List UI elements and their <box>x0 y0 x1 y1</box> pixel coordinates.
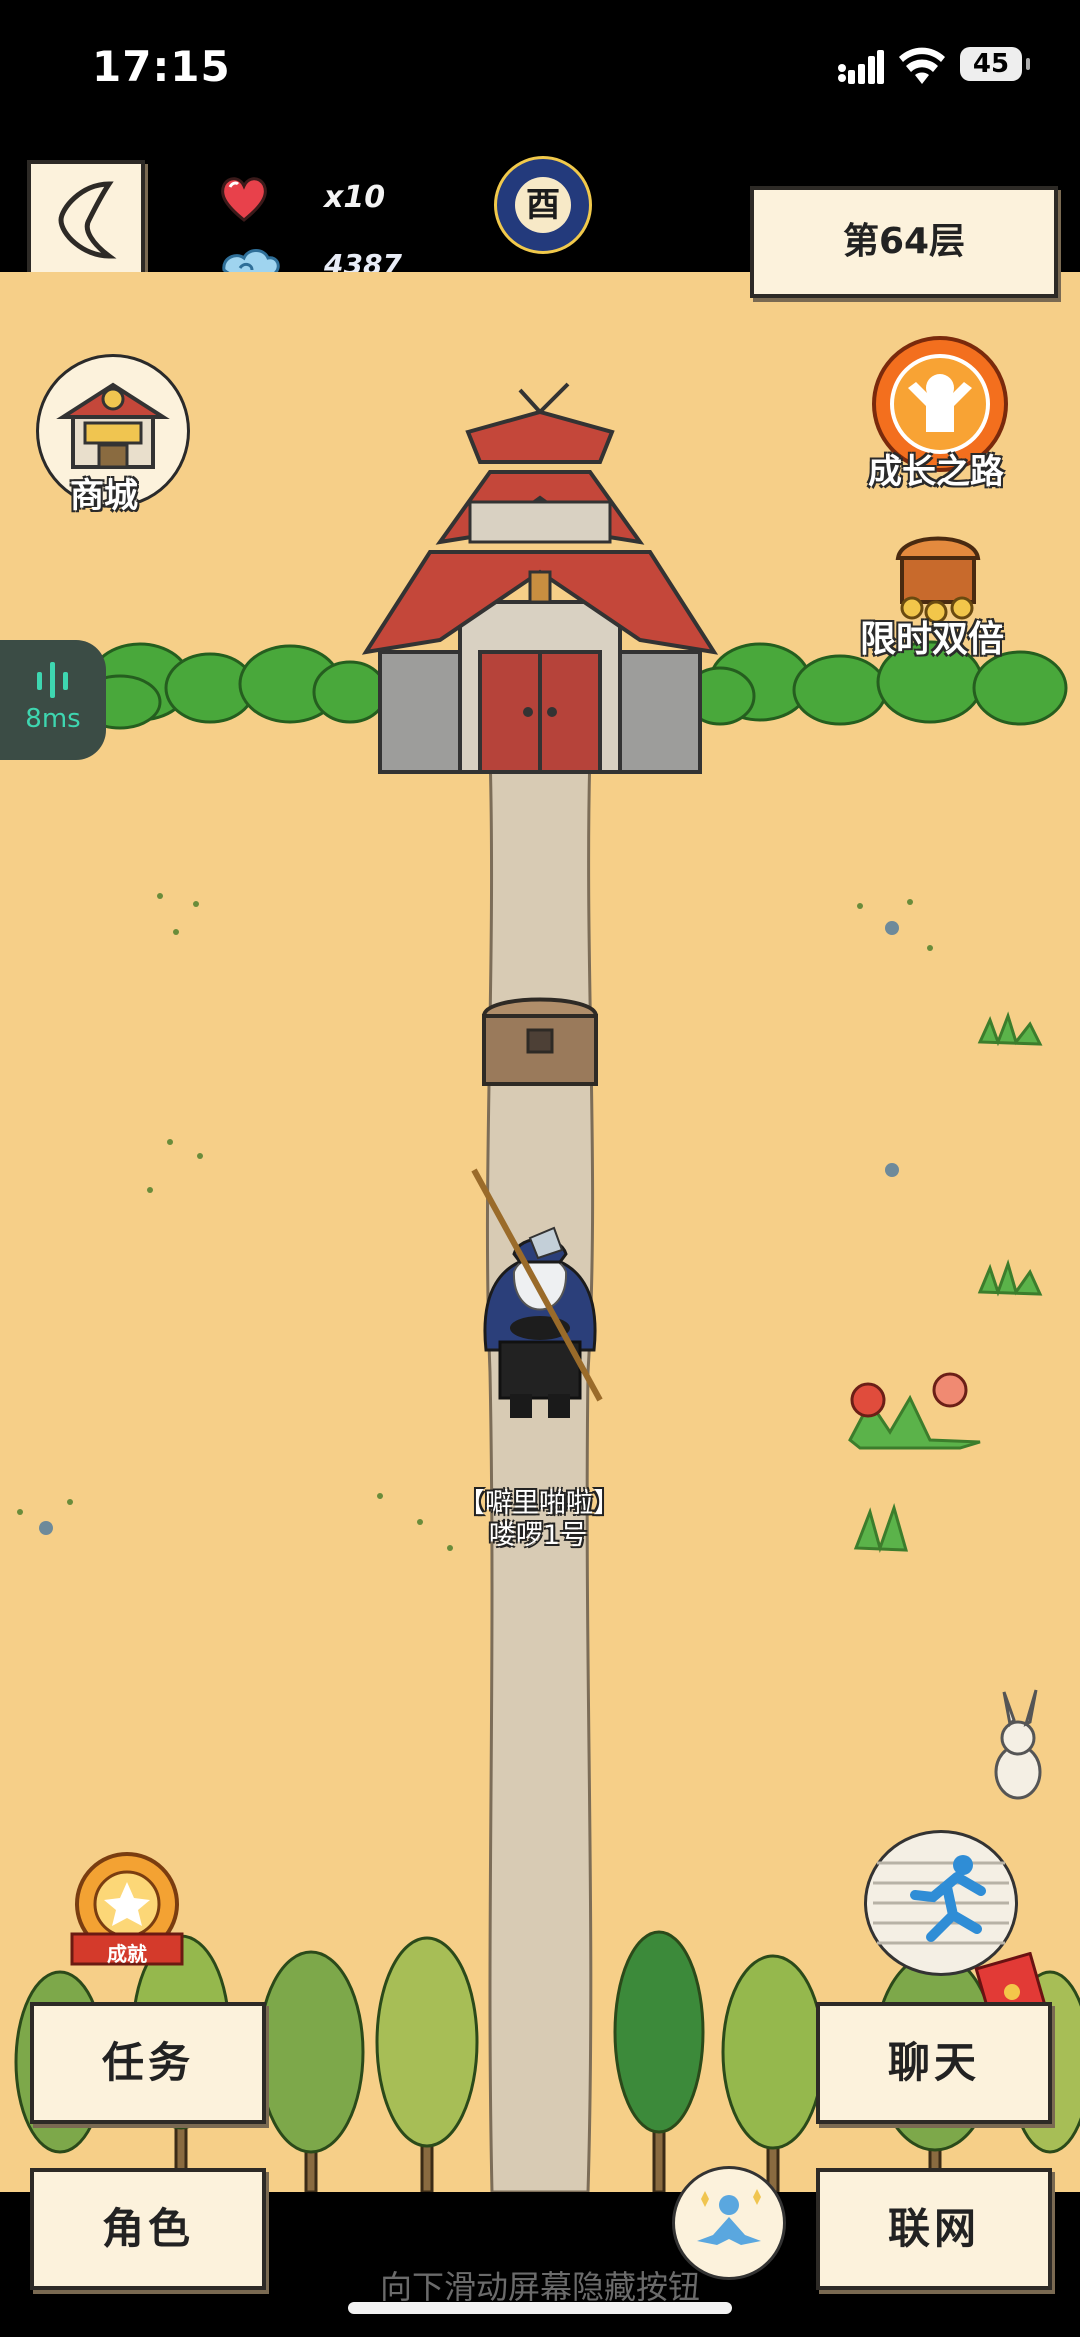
battery-indicator: 45 <box>960 47 1030 81</box>
achievement-label: 成就 <box>107 1942 147 1966</box>
status-time: 17:15 <box>92 42 231 91</box>
treasure-pile-icon[interactable] <box>878 526 998 622</box>
meditating-figure-icon <box>697 2189 761 2245</box>
wifi-icon <box>899 47 945 84</box>
lives-count: x10 <box>324 180 386 215</box>
character-nameplate: 【噼里啪啦】 喽啰1号 <box>458 1488 620 1552</box>
treasure-chest <box>481 997 599 1086</box>
double-bonus-label[interactable]: 限时双倍 <box>860 610 1004 662</box>
chat-button[interactable]: 聊天 <box>816 2002 1052 2124</box>
back-button[interactable] <box>27 160 145 276</box>
cellular-signal-icon <box>838 50 884 84</box>
temple-building <box>361 382 719 774</box>
status-bar: 17:15 45 <box>0 0 1080 150</box>
heart-icon <box>221 177 267 222</box>
floor-indicator: 第64层 <box>750 186 1058 298</box>
rabbit-critter <box>994 1689 1042 1800</box>
back-arrow-icon <box>58 181 117 259</box>
time-of-day-badge[interactable]: 酉 <box>494 156 592 254</box>
character-name: 喽啰1号 <box>488 1520 588 1551</box>
audio-bars-icon <box>37 662 68 698</box>
shop-label: 商城 <box>70 476 138 516</box>
growth-road-label: 成长之路 <box>868 452 1004 492</box>
quest-button[interactable]: 任务 <box>30 2002 266 2124</box>
home-indicator[interactable] <box>348 2302 732 2314</box>
latency-indicator[interactable]: 8ms <box>0 640 106 760</box>
character-title: 【噼里啪啦】 <box>458 1488 620 1519</box>
time-of-day-label: 酉 <box>515 177 571 233</box>
game-world[interactable]: 商城 成长之路 限时双倍 成就 【噼里啪啦】 喽啰1号 <box>0 272 1080 2192</box>
latency-value: 8ms <box>25 704 81 734</box>
